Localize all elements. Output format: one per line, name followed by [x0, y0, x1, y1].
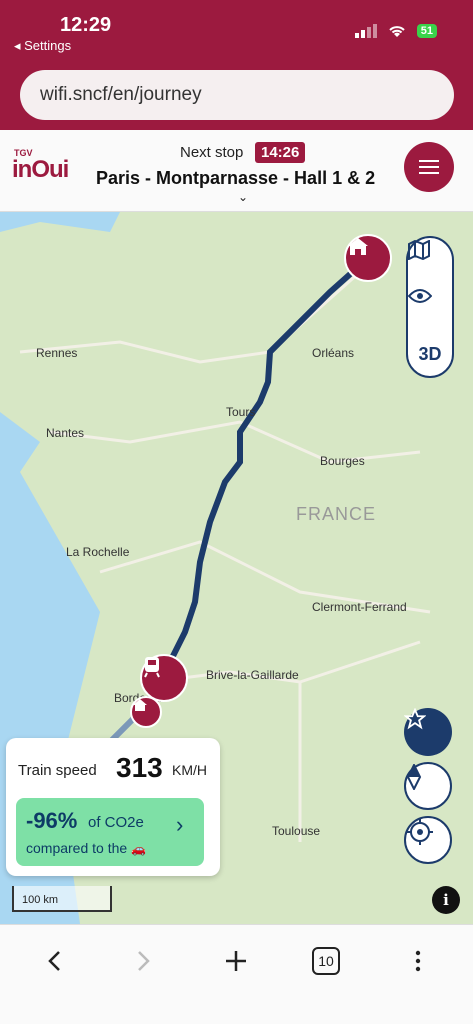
train-icon — [144, 657, 160, 678]
signal-icon — [354, 24, 377, 38]
hamburger-icon — [419, 160, 439, 174]
status-time: 12:29 — [60, 14, 112, 36]
station-icon — [348, 238, 368, 255]
back-to-settings-link[interactable]: ◂ Settings — [14, 38, 71, 54]
co2-savings-button[interactable]: -96% of CO2e compared to the 🚗 › — [16, 798, 204, 866]
country-label: FRANCE — [296, 504, 377, 524]
co2-compare-text: compared to the — [26, 840, 128, 856]
forward-button[interactable] — [124, 941, 164, 981]
co2-percent: -96% — [26, 808, 78, 833]
status-icons: 51 — [354, 24, 437, 38]
next-stop-name[interactable]: Paris - Montparnasse - Hall 1 & 2 — [96, 168, 375, 189]
plus-icon — [226, 951, 246, 971]
place-label: Brive-la-Gaillarde — [206, 668, 299, 682]
info-icon[interactable]: i — [432, 886, 460, 914]
place-label: Orléans — [312, 346, 355, 360]
tabs-button[interactable]: 10 — [306, 941, 346, 981]
compass-icon — [406, 764, 422, 790]
chevron-left-icon — [48, 951, 60, 971]
place-label: Bourges — [320, 454, 365, 468]
more-menu-button[interactable] — [398, 941, 438, 981]
3d-view-button[interactable]: 3D — [408, 334, 452, 374]
eye-icon — [408, 289, 432, 303]
co2-label: of CO2e — [88, 814, 144, 831]
place-label: La Rochelle — [66, 545, 130, 559]
co2-compare: compared to the 🚗 — [26, 840, 146, 856]
speed-value: 313 — [116, 752, 163, 783]
chevron-down-icon[interactable]: ⌄ — [238, 190, 248, 204]
map-controls: 3D — [406, 236, 454, 378]
browser-toolbar: wifi.sncf/en/journey — [0, 62, 473, 130]
journey-map[interactable]: Rennes Orléans Tours Nantes Bourges La R… — [0, 212, 473, 924]
logo-inoui: inOui — [12, 156, 69, 183]
chevron-right-icon: › — [176, 812, 184, 837]
place-label: Toulouse — [272, 824, 321, 838]
battery-indicator: 51 — [416, 24, 437, 38]
train-position-marker[interactable] — [140, 654, 188, 702]
more-vertical-icon — [415, 950, 421, 972]
status-bar: 12:29 ◂ Settings 51 — [0, 0, 473, 62]
station-marker[interactable] — [344, 234, 392, 282]
car-icon: 🚗 — [131, 842, 147, 856]
new-tab-button[interactable] — [216, 941, 256, 981]
place-label: Tours — [226, 405, 256, 419]
locate-button[interactable] — [404, 816, 452, 864]
visibility-button[interactable] — [408, 288, 452, 328]
station-icon — [133, 699, 147, 711]
map-icon — [408, 240, 430, 260]
speed-label: Train speed — [18, 762, 97, 779]
place-label: Clermont-Ferrand — [312, 600, 407, 614]
crosshair-icon — [407, 819, 433, 845]
station-marker[interactable] — [130, 696, 162, 728]
compass-button[interactable] — [404, 762, 452, 810]
place-label: Nantes — [46, 426, 85, 440]
map-scale: 100 km — [12, 886, 112, 912]
back-button[interactable] — [34, 941, 74, 981]
speed-unit: KM/H — [172, 762, 207, 778]
menu-button[interactable] — [404, 142, 454, 192]
next-stop-time: 14:26 — [255, 142, 306, 163]
browser-bottom-bar: 10 — [0, 924, 473, 1024]
star-icon — [404, 708, 426, 730]
wifi-icon — [389, 26, 405, 37]
page-header: TGV inOui Next stop 14:26 Paris - Montpa… — [0, 130, 473, 212]
favorite-button[interactable] — [404, 708, 452, 756]
chevron-right-icon — [138, 951, 150, 971]
map-view-button[interactable] — [408, 240, 452, 280]
tab-count: 10 — [312, 947, 340, 975]
speed-card: Train speed 313 KM/H -96% of CO2e compar… — [6, 738, 220, 876]
place-label: Rennes — [36, 346, 78, 360]
next-stop-label: Next stop — [180, 144, 244, 161]
url-bar[interactable]: wifi.sncf/en/journey — [20, 70, 454, 120]
